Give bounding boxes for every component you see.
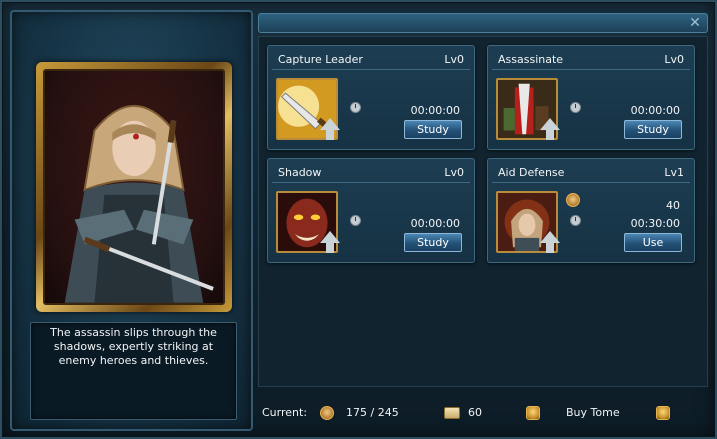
- close-icon[interactable]: ✕: [686, 15, 704, 31]
- upgrade-arrow-icon: [320, 231, 340, 243]
- skill-card-assassinate: Assassinate Lv0 00:00:00 Study: [487, 45, 695, 150]
- buy-tome-coin-icon[interactable]: [656, 406, 670, 420]
- clock-icon: [350, 102, 361, 113]
- skill-card-header: Capture Leader Lv0: [272, 50, 470, 70]
- upgrade-arrow-stem: [326, 130, 334, 140]
- study-button[interactable]: Study: [404, 120, 462, 139]
- clock-icon: [570, 215, 581, 226]
- scroll-icon: [444, 407, 460, 419]
- skill-card-aid-defense: Aid Defense Lv1 40 00:30:00 Use: [487, 158, 695, 263]
- skill-card-capture-leader: Capture Leader Lv0 00:00:00 Study: [267, 45, 475, 150]
- hero-head-icon: [320, 406, 334, 420]
- scroll-count: 60: [468, 406, 482, 419]
- assassin-portrait-icon: [64, 105, 214, 303]
- skill-level: Lv1: [664, 166, 684, 179]
- skill-time: 00:00:00: [630, 104, 680, 117]
- upgrade-arrow-icon: [540, 231, 560, 243]
- hero-head-icon: [566, 193, 580, 207]
- upgrade-arrow-stem: [546, 130, 554, 140]
- skill-time: 00:00:00: [410, 217, 460, 230]
- study-button[interactable]: Study: [624, 120, 682, 139]
- skills-panel: Capture Leader Lv0 00:00:00 Study Assass…: [258, 36, 708, 387]
- skill-name: Shadow: [278, 166, 322, 179]
- skill-window: The assassin slips through the shadows, …: [0, 0, 717, 439]
- upgrade-arrow-stem: [326, 243, 334, 253]
- hero-panel: The assassin slips through the shadows, …: [10, 10, 253, 431]
- skill-card-header: Shadow Lv0: [272, 163, 470, 183]
- hero-portrait: [43, 69, 225, 305]
- skill-name: Aid Defense: [498, 166, 565, 179]
- skill-name: Assassinate: [498, 53, 564, 66]
- clock-icon: [570, 102, 581, 113]
- use-button[interactable]: Use: [624, 233, 682, 252]
- skill-count: 40: [666, 199, 680, 212]
- skill-card-shadow: Shadow Lv0 00:00:00 Study: [267, 158, 475, 263]
- current-label: Current:: [262, 406, 308, 419]
- clock-icon: [350, 215, 361, 226]
- upgrade-arrow-icon: [540, 118, 560, 130]
- skill-level: Lv0: [444, 166, 464, 179]
- skill-level: Lv0: [664, 53, 684, 66]
- upgrade-arrow-stem: [546, 243, 554, 253]
- gold-coin-icon[interactable]: [526, 406, 540, 420]
- study-button[interactable]: Study: [404, 233, 462, 252]
- hero-count: 175 / 245: [346, 406, 399, 419]
- skill-name: Capture Leader: [278, 53, 363, 66]
- skill-card-header: Assassinate Lv0: [492, 50, 690, 70]
- skill-time: 00:00:00: [410, 104, 460, 117]
- skill-level: Lv0: [444, 53, 464, 66]
- hero-description: The assassin slips through the shadows, …: [30, 322, 237, 420]
- skill-card-header: Aid Defense Lv1: [492, 163, 690, 183]
- upgrade-arrow-icon: [320, 118, 340, 130]
- hero-portrait-frame: [36, 62, 232, 312]
- footer-bar: Current: 175 / 245 60 Buy Tome: [258, 398, 708, 428]
- title-bar: ✕: [258, 13, 708, 33]
- buy-tome-label[interactable]: Buy Tome: [566, 398, 620, 428]
- skill-time: 00:30:00: [630, 217, 680, 230]
